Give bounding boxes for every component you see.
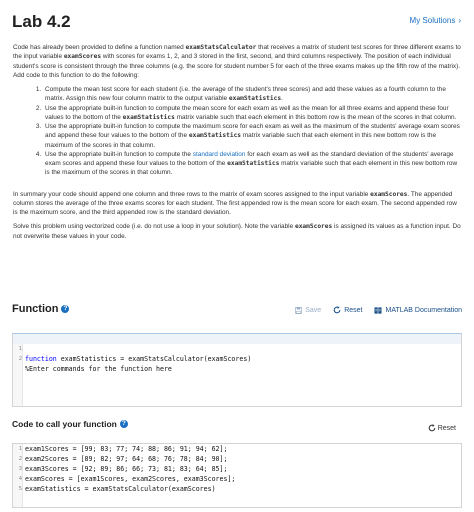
line-number: 3 [18,466,22,472]
documentation-label: MATLAB Documentation [385,306,462,314]
call-reset-button[interactable]: Reset [428,424,456,432]
function-section-header: Function? Save Reset MATLAB Documentatio… [12,303,462,319]
help-icon[interactable]: ? [119,420,128,428]
code-text: exam2Scores = [89; 82; 97; 64; 68; 76; 7… [25,455,228,463]
problem-description: Code has already been provided to define… [13,43,463,241]
summary-variable: examScores [370,190,408,198]
step2-text-b: matrix variable such that each element i… [174,113,457,121]
task-step-4: Use the appropriate built-in function to… [43,150,463,178]
code-token: examStatistics = examStatsCalculator(exa… [56,355,252,363]
function-toolbar: Save Reset MATLAB Documentation [283,306,462,314]
line-number: 2 [18,356,22,362]
book-icon [374,306,382,314]
code-line[interactable]: 1 exam1Scores = [99; 83; 77; 74; 88; 86; … [13,444,461,454]
function-title-text: Function [12,303,59,315]
page-header: Lab 4.2 My Solutions › [0,0,474,38]
save-button[interactable]: Save [295,306,322,314]
code-line[interactable]: 1 function examStatistics = examStatsCal… [13,334,461,363]
code-line[interactable]: 3 exam3Scores = [92; 89; 86; 66; 73; 81; … [13,464,461,474]
task-step-1: Compute the mean test score for each stu… [43,85,463,104]
solve-text-a: Solve this problem using vectorized code… [13,223,295,231]
code-text: exam3Scores = [92; 89; 86; 66; 73; 81; 8… [25,465,228,473]
function-section-title: Function? [12,303,70,315]
reset-button[interactable]: Reset [333,306,362,314]
solve-variable: examScores [294,223,333,231]
keyword-token: function [25,355,57,363]
call-code-editor[interactable]: 1 exam1Scores = [99; 83; 77; 74; 88; 86; … [12,443,462,508]
chevron-right-icon: › [458,16,461,25]
intro-function-name: examStatsCalculator [185,44,257,51]
page-title: Lab 4.2 [12,12,71,31]
task-step-2: Use the appropriate built-in function to… [43,104,463,123]
line-number: 5 [18,486,22,492]
code-line[interactable]: 4 examScores = [exam1Scores, exam2Scores,… [13,474,461,484]
call-section-title: Code to call your function? [12,419,128,429]
matlab-documentation-button[interactable]: MATLAB Documentation [374,307,462,314]
call-title-text: Code to call your function [12,419,117,429]
save-icon [295,306,303,314]
save-label: Save [305,306,322,314]
step2-variable: examStatistics [122,113,175,121]
summary-paragraph: In summary your code should append one c… [13,190,463,218]
standard-deviation-link[interactable]: standard deviation [193,151,246,158]
step1-text-b: . [281,95,283,103]
reset-icon [428,424,436,432]
my-solutions-link[interactable]: My Solutions › [410,16,461,25]
code-text: function examStatistics = examStatsCalcu… [25,354,251,364]
step3-variable: examStatistics [188,132,242,140]
code-text: exam1Scores = [99; 83; 77; 74; 88; 86; 9… [25,445,228,453]
call-section-header: Code to call your function? Reset [12,419,462,433]
step4-text-a: Use the appropriate built-in function to… [45,150,193,158]
code-text: examScores = [exam1Scores, exam2Scores, … [25,475,236,483]
task-step-3: Use the appropriate built-in function to… [43,122,463,150]
reset-label: Reset [344,306,363,314]
step4-variable: examStatistics [227,160,280,167]
my-solutions-label: My Solutions [409,16,456,25]
intro-paragraph: Code has already been provided to define… [13,43,463,80]
task-list: Compute the mean test score for each stu… [13,85,463,178]
line-number: 2 [18,456,22,462]
function-code-editor[interactable]: 1 function examStatistics = examStatsCal… [12,333,462,407]
intro-variable: examScores [63,53,102,61]
line-number: 1 [18,446,22,452]
summary-text-a: In summary your code should append one c… [13,190,371,198]
intro-text-1: Code has already been provided to define… [13,44,186,51]
step1-variable: examStatistics [228,95,282,103]
line-number: 4 [18,476,22,482]
code-line[interactable]: 2 exam2Scores = [89; 82; 97; 64; 68; 76; … [13,454,461,464]
help-icon[interactable]: ? [61,305,70,313]
solve-paragraph: Solve this problem using vectorized code… [13,222,463,241]
code-line[interactable]: 5 examStatistics = examStatsCalculator(ex… [13,484,461,494]
call-reset-label: Reset [437,424,456,432]
reset-icon [333,306,341,314]
code-text: examStatistics = examStatsCalculator(exa… [25,485,216,493]
comment-token: %Enter commands for the function here [25,365,172,373]
code-line[interactable]: 2 %Enter commands for the function here [13,344,461,373]
